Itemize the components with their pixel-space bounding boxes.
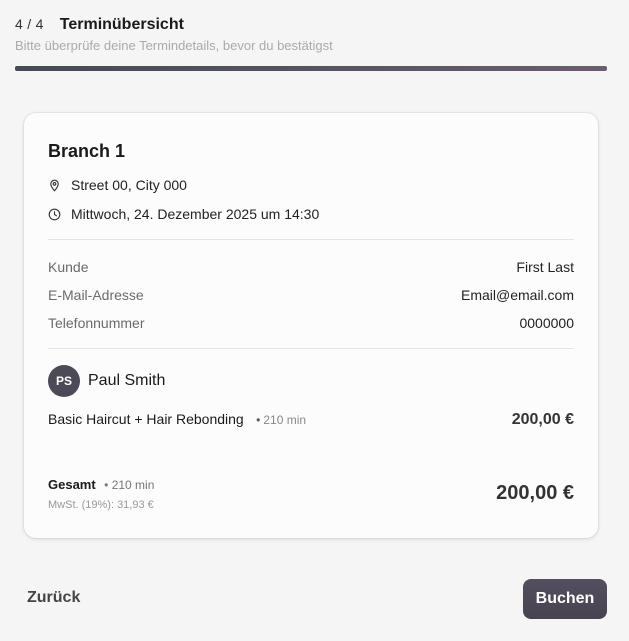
total-duration: • 210 min <box>104 478 154 492</box>
progress-bar <box>15 66 607 71</box>
service-price: 200,00 € <box>511 411 574 428</box>
vat-info: MwSt. (19%): 31,93 € <box>48 499 154 511</box>
progress-fill <box>15 66 607 71</box>
map-pin-icon <box>50 179 59 192</box>
service-name: Basic Haircut + Hair Rebonding <box>48 411 244 427</box>
address-text: Street 00, City 000 <box>71 177 187 193</box>
header-row: 4 / 4 Terminübersicht <box>15 16 607 34</box>
bullet-separator: • <box>104 478 109 492</box>
service-duration-text: 210 min <box>263 413 307 427</box>
page-subtitle: Bitte überprüfe deine Termindetails, bev… <box>15 38 333 53</box>
page-title: Terminübersicht <box>59 16 184 33</box>
clock-icon <box>48 208 61 220</box>
branch-name: Branch 1 <box>48 141 126 161</box>
staff-row: PS Paul Smith <box>48 365 165 397</box>
phone-row: Telefonnummer 0000000 <box>48 315 574 331</box>
booking-summary-card: Branch 1 Street 00, City 000 Mittwoch, 2… <box>24 113 598 538</box>
page-header: 4 / 4 Terminübersicht Bitte überprüfe de… <box>15 16 607 53</box>
divider <box>48 348 574 349</box>
divider <box>48 239 574 240</box>
service-row: Basic Haircut + Hair Rebonding • 210 min … <box>48 411 574 429</box>
avatar: PS <box>48 365 80 397</box>
step-indicator: 4 / 4 <box>15 16 44 32</box>
email-row: E-Mail-Adresse Email@email.com <box>48 287 574 303</box>
total-price: 200,00 € <box>496 482 574 504</box>
email-value: Email@email.com <box>460 287 574 303</box>
customer-label: Kunde <box>48 259 89 275</box>
bullet-separator: • <box>256 413 261 427</box>
customer-value: First Last <box>516 259 574 275</box>
staff-name: Paul Smith <box>88 372 166 389</box>
email-label: E-Mail-Adresse <box>48 287 144 303</box>
total-row: Gesamt • 210 min MwSt. (19%): 31,93 € 20… <box>48 476 574 511</box>
book-button[interactable]: Buchen <box>523 579 607 619</box>
phone-value: 0000000 <box>519 315 574 331</box>
back-button[interactable]: Zurück <box>27 589 80 607</box>
total-info: Gesamt • 210 min MwSt. (19%): 31,93 € <box>48 476 154 511</box>
datetime-row: Mittwoch, 24. Dezember 2025 um 14:30 <box>48 206 319 222</box>
address-row: Street 00, City 000 <box>48 177 187 193</box>
datetime-text: Mittwoch, 24. Dezember 2025 um 14:30 <box>71 206 320 222</box>
phone-label: Telefonnummer <box>48 315 145 331</box>
service-info: Basic Haircut + Hair Rebonding • 210 min <box>48 411 306 429</box>
service-duration: • 210 min <box>256 413 306 427</box>
customer-row: Kunde First Last <box>48 259 574 275</box>
total-duration-text: 210 min <box>111 478 155 492</box>
total-label: Gesamt <box>48 477 96 492</box>
